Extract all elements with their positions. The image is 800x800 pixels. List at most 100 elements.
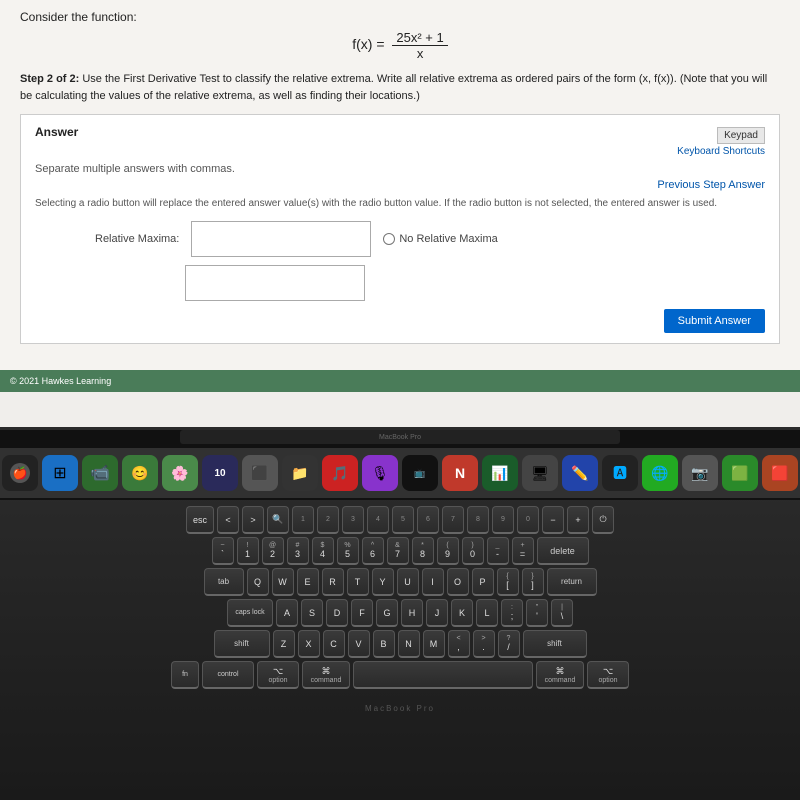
key-u[interactable]: U bbox=[397, 568, 419, 596]
key-a[interactable]: A bbox=[276, 599, 298, 627]
no-relative-maxima-radio[interactable] bbox=[383, 233, 395, 245]
key-minus-fn[interactable]: − bbox=[542, 506, 564, 534]
dock-icon-n[interactable]: N bbox=[442, 455, 478, 491]
key-shift-left[interactable]: shift bbox=[214, 630, 270, 658]
key-f3[interactable]: 3 bbox=[342, 506, 364, 534]
key-t[interactable]: T bbox=[347, 568, 369, 596]
key-f9[interactable]: 9 bbox=[492, 506, 514, 534]
key-command-right[interactable]: ⌘command bbox=[536, 661, 584, 689]
key-plus-fn[interactable]: + bbox=[567, 506, 589, 534]
key-option-right[interactable]: ⌥option bbox=[587, 661, 629, 689]
key-f8[interactable]: 8 bbox=[467, 506, 489, 534]
key-minus[interactable]: _- bbox=[487, 537, 509, 565]
dock-icon-screenshot[interactable]: 📷 bbox=[682, 455, 718, 491]
dock-icon-chart[interactable]: 📊 bbox=[482, 455, 518, 491]
dock-icon-apple[interactable]: 🍎 bbox=[2, 455, 38, 491]
key-comma[interactable]: <, bbox=[448, 630, 470, 658]
key-g[interactable]: G bbox=[376, 599, 398, 627]
key-control[interactable]: control bbox=[202, 661, 254, 689]
key-x[interactable]: X bbox=[298, 630, 320, 658]
key-o[interactable]: O bbox=[447, 568, 469, 596]
key-7[interactable]: &7 bbox=[387, 537, 409, 565]
key-5[interactable]: %5 bbox=[337, 537, 359, 565]
key-f7[interactable]: 7 bbox=[442, 506, 464, 534]
key-8[interactable]: *8 bbox=[412, 537, 434, 565]
key-power[interactable]: ⏻ bbox=[592, 506, 614, 534]
key-close-bracket[interactable]: }] bbox=[522, 568, 544, 596]
key-f5[interactable]: 5 bbox=[392, 506, 414, 534]
key-semicolon[interactable]: :; bbox=[501, 599, 523, 627]
key-y[interactable]: Y bbox=[372, 568, 394, 596]
dock-icon-display[interactable]: 🖥 bbox=[522, 455, 558, 491]
dock-icon-finder[interactable]: 😊 bbox=[122, 455, 158, 491]
key-q[interactable]: Q bbox=[247, 568, 269, 596]
dock-icon-launchpad[interactable]: ⊞ bbox=[42, 455, 78, 491]
previous-step-anchor[interactable]: Previous Step Answer bbox=[657, 179, 765, 191]
key-2[interactable]: @2 bbox=[262, 537, 284, 565]
key-lt[interactable]: < bbox=[217, 506, 239, 534]
key-f1[interactable]: 1 bbox=[292, 506, 314, 534]
key-tab[interactable]: tab bbox=[204, 568, 244, 596]
key-c[interactable]: C bbox=[323, 630, 345, 658]
key-fn-bottom[interactable]: fn bbox=[171, 661, 199, 689]
dock-icon-facetime[interactable]: 📹 bbox=[82, 455, 118, 491]
key-f10[interactable]: 0 bbox=[517, 506, 539, 534]
key-esc[interactable]: esc bbox=[186, 506, 214, 534]
key-search[interactable]: 🔍 bbox=[267, 506, 289, 534]
relative-maxima-input[interactable] bbox=[191, 221, 371, 257]
key-p[interactable]: P bbox=[472, 568, 494, 596]
key-f[interactable]: F bbox=[351, 599, 373, 627]
dock-icon-a[interactable]: 🅰 bbox=[602, 455, 638, 491]
key-r[interactable]: R bbox=[322, 568, 344, 596]
key-n[interactable]: N bbox=[398, 630, 420, 658]
key-shift-right[interactable]: shift bbox=[523, 630, 587, 658]
key-1[interactable]: !1 bbox=[237, 537, 259, 565]
dock-icon-calendar[interactable]: 10 bbox=[202, 455, 238, 491]
key-0[interactable]: )0 bbox=[462, 537, 484, 565]
keyboard-shortcuts-link[interactable]: Keyboard Shortcuts bbox=[677, 146, 765, 157]
dock-icon-misc1[interactable]: ⬛ bbox=[242, 455, 278, 491]
key-e[interactable]: E bbox=[297, 568, 319, 596]
dock-icon-chrome[interactable]: 🌐 bbox=[642, 455, 678, 491]
key-space[interactable] bbox=[353, 661, 533, 689]
dock-icon-misc2[interactable]: 🟩 bbox=[722, 455, 758, 491]
key-l[interactable]: L bbox=[476, 599, 498, 627]
dock-icon-pencil[interactable]: ✏️ bbox=[562, 455, 598, 491]
key-backspace[interactable]: delete bbox=[537, 537, 589, 565]
key-m[interactable]: M bbox=[423, 630, 445, 658]
key-z[interactable]: Z bbox=[273, 630, 295, 658]
key-f6[interactable]: 6 bbox=[417, 506, 439, 534]
previous-step-link[interactable]: Previous Step Answer bbox=[35, 179, 765, 191]
dock-icon-misc3[interactable]: 🟥 bbox=[762, 455, 798, 491]
key-3[interactable]: #3 bbox=[287, 537, 309, 565]
key-4[interactable]: $4 bbox=[312, 537, 334, 565]
dock-icon-music[interactable]: 🎵 bbox=[322, 455, 358, 491]
key-backslash[interactable]: |\ bbox=[551, 599, 573, 627]
key-f2[interactable]: 2 bbox=[317, 506, 339, 534]
key-6[interactable]: ^6 bbox=[362, 537, 384, 565]
key-slash[interactable]: ?/ bbox=[498, 630, 520, 658]
dock-icon-photos[interactable]: 🌸 bbox=[162, 455, 198, 491]
key-i[interactable]: I bbox=[422, 568, 444, 596]
submit-button[interactable]: Submit Answer bbox=[664, 309, 765, 333]
key-v[interactable]: V bbox=[348, 630, 370, 658]
key-j[interactable]: J bbox=[426, 599, 448, 627]
dock-icon-appletv[interactable]: 📺 bbox=[402, 455, 438, 491]
key-9[interactable]: (9 bbox=[437, 537, 459, 565]
key-backtick[interactable]: ~` bbox=[212, 537, 234, 565]
key-d[interactable]: D bbox=[326, 599, 348, 627]
key-command-left[interactable]: ⌘command bbox=[302, 661, 350, 689]
key-option-left[interactable]: ⌥option bbox=[257, 661, 299, 689]
key-h[interactable]: H bbox=[401, 599, 423, 627]
key-s[interactable]: S bbox=[301, 599, 323, 627]
key-open-bracket[interactable]: {[ bbox=[497, 568, 519, 596]
key-b[interactable]: B bbox=[373, 630, 395, 658]
key-quote[interactable]: "' bbox=[526, 599, 548, 627]
key-enter[interactable]: return bbox=[547, 568, 597, 596]
relative-minima-input[interactable] bbox=[185, 265, 365, 301]
key-equals[interactable]: += bbox=[512, 537, 534, 565]
key-f4[interactable]: 4 bbox=[367, 506, 389, 534]
key-period[interactable]: >. bbox=[473, 630, 495, 658]
key-k[interactable]: K bbox=[451, 599, 473, 627]
dock-icon-podcasts[interactable]: 🎙 bbox=[362, 455, 398, 491]
